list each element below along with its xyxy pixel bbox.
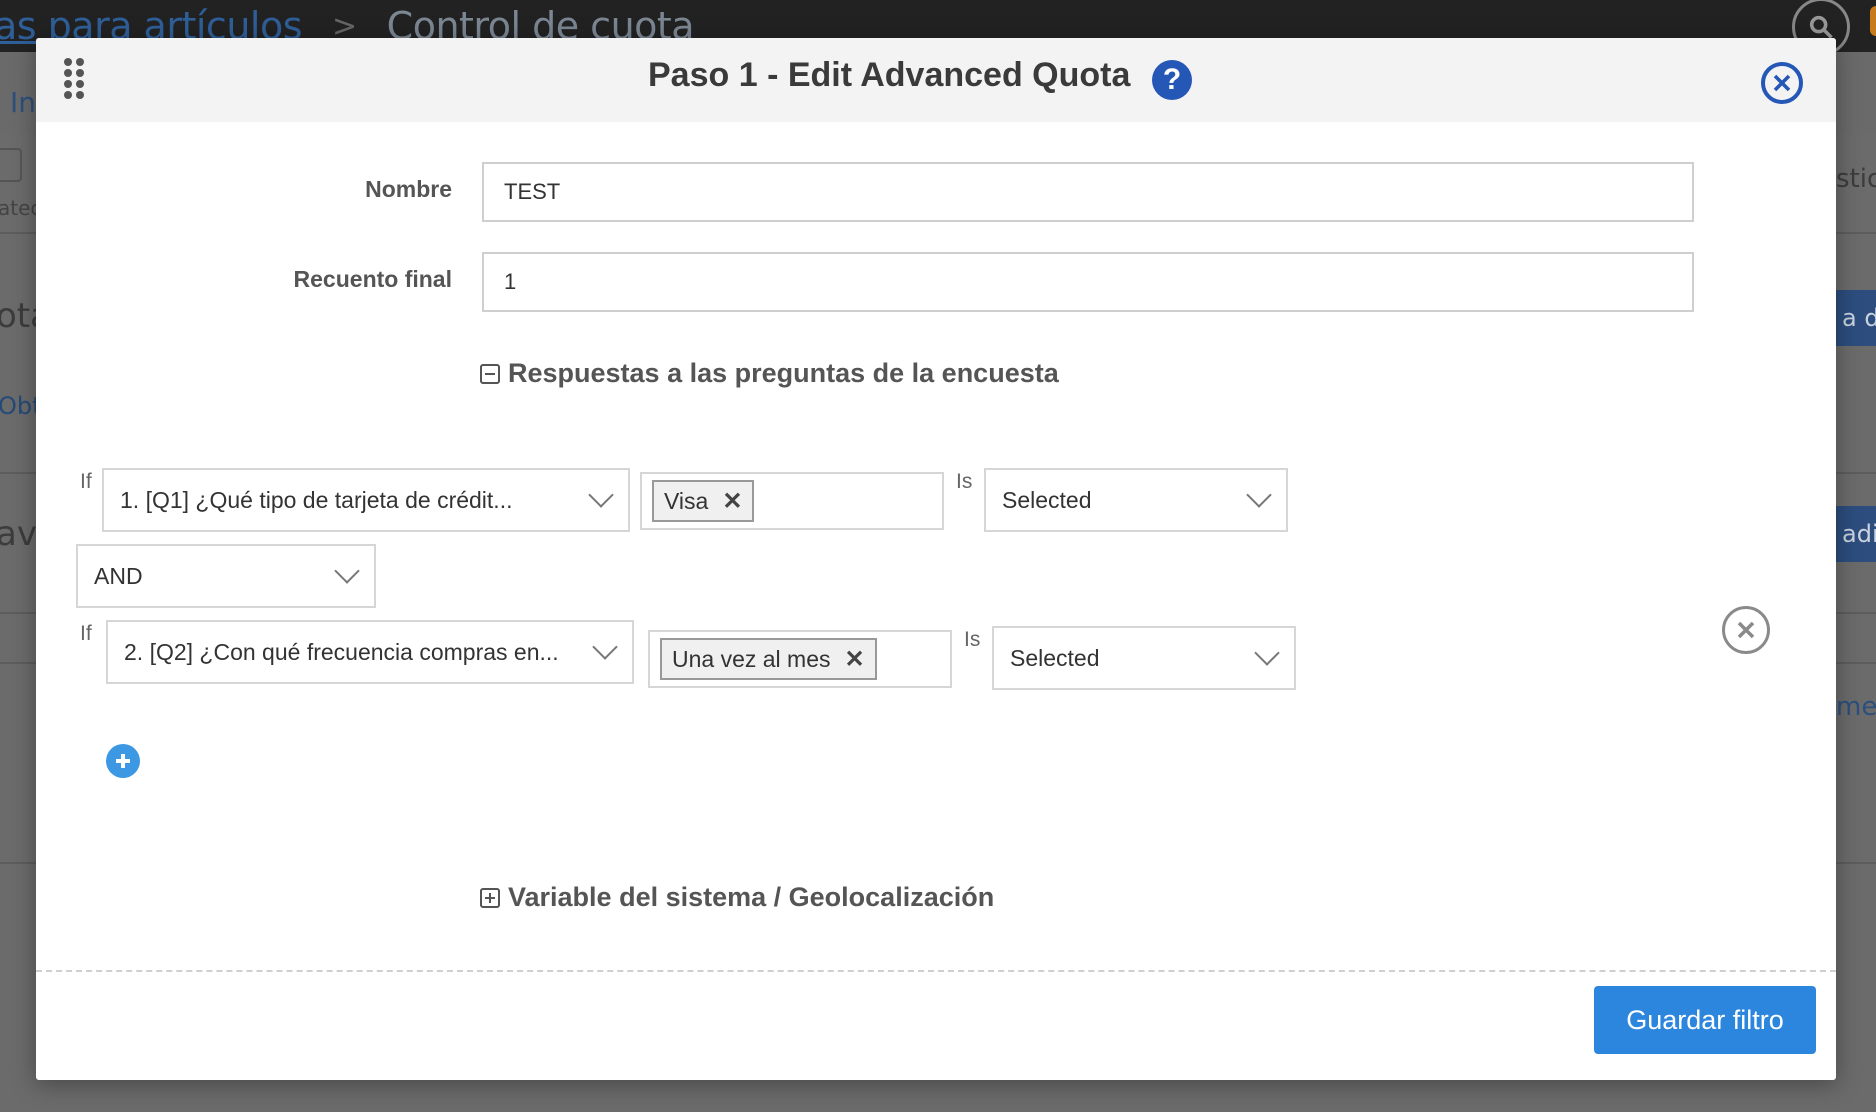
system-variable-toggle[interactable]: Variable del sistema / Geolocalización <box>480 882 994 913</box>
nombre-label: Nombre <box>365 176 452 202</box>
chevron-down-icon <box>1246 482 1272 508</box>
footer-divider <box>36 970 1836 972</box>
is-label: Is <box>956 470 973 493</box>
dialog-header: Paso 1 - Edit Advanced Quota ? <box>36 38 1836 122</box>
background-button-label: adi <box>1842 520 1876 548</box>
state-select[interactable]: Selected <box>992 626 1296 690</box>
answer-tag-label: Una vez al mes <box>672 645 831 672</box>
background-text: stio <box>1836 164 1876 194</box>
close-icon[interactable] <box>1761 62 1803 104</box>
drag-handle-icon[interactable] <box>64 58 84 99</box>
recuento-final-input[interactable]: 1 <box>482 252 1694 312</box>
survey-answers-title: Respuestas a las preguntas de la encuest… <box>508 358 1059 388</box>
logic-operator-value: AND <box>94 562 143 589</box>
is-label: Is <box>964 628 981 651</box>
background-link[interactable]: me <box>1836 692 1876 722</box>
user-avatar[interactable] <box>1870 6 1876 36</box>
remove-tag-icon[interactable]: ✕ <box>722 487 742 516</box>
logic-operator-select[interactable]: AND <box>76 544 376 608</box>
chevron-down-icon <box>1254 640 1280 666</box>
state-select-value: Selected <box>1002 486 1092 513</box>
background-button[interactable]: a de <box>1830 290 1876 346</box>
recuento-final-label: Recuento final <box>293 266 452 292</box>
dialog-title: Paso 1 - Edit Advanced Quota <box>648 56 1131 94</box>
add-condition-icon[interactable] <box>106 744 140 778</box>
chevron-down-icon <box>588 482 614 508</box>
remove-tag-icon[interactable]: ✕ <box>845 645 865 674</box>
answer-tag: Una vez al mes ✕ <box>660 638 877 680</box>
state-select[interactable]: Selected <box>984 468 1288 532</box>
nombre-input[interactable]: TEST <box>482 162 1694 222</box>
background-button-label: a de <box>1842 304 1876 332</box>
chevron-down-icon <box>592 634 618 660</box>
remove-condition-icon[interactable] <box>1722 606 1770 654</box>
survey-answers-toggle[interactable]: Respuestas a las preguntas de la encuest… <box>480 358 1059 389</box>
if-label: If <box>80 470 92 493</box>
state-select-value: Selected <box>1010 644 1100 671</box>
edit-quota-dialog: Paso 1 - Edit Advanced Quota ? Nombre TE… <box>36 38 1836 1080</box>
collapse-icon <box>480 363 500 384</box>
question-select-value: 2. [Q2] ¿Con qué frecuencia compras en..… <box>124 638 559 665</box>
expand-icon <box>480 887 500 908</box>
help-icon[interactable]: ? <box>1152 60 1192 100</box>
recuento-final-value: 1 <box>504 269 517 294</box>
save-filter-button[interactable]: Guardar filtro <box>1594 986 1816 1054</box>
nombre-value: TEST <box>504 179 561 204</box>
question-select[interactable]: 2. [Q2] ¿Con qué frecuencia compras en..… <box>106 620 634 684</box>
if-label: If <box>80 622 92 645</box>
answer-tag-input[interactable]: Una vez al mes ✕ <box>648 630 952 688</box>
background-button[interactable]: adi <box>1830 506 1876 562</box>
answer-tag: Visa ✕ <box>652 480 755 522</box>
background-tab[interactable]: In <box>10 86 36 119</box>
answer-tag-input[interactable]: Visa ✕ <box>640 472 944 530</box>
home-icon[interactable] <box>0 148 22 182</box>
system-variable-title: Variable del sistema / Geolocalización <box>508 882 995 912</box>
question-select[interactable]: 1. [Q1] ¿Qué tipo de tarjeta de crédit..… <box>102 468 630 532</box>
chevron-down-icon <box>334 558 360 584</box>
question-select-value: 1. [Q1] ¿Qué tipo de tarjeta de crédit..… <box>120 486 513 513</box>
save-filter-label: Guardar filtro <box>1626 1004 1784 1035</box>
answer-tag-label: Visa <box>664 487 709 514</box>
